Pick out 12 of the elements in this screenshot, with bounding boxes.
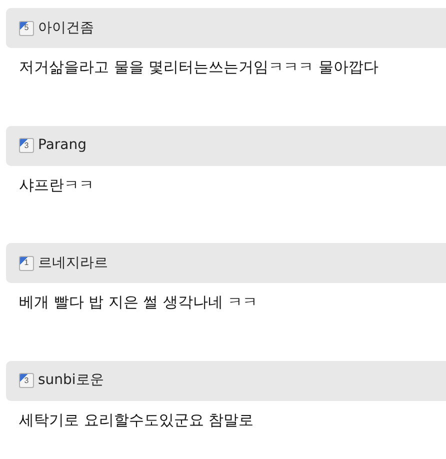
author-name[interactable]: Parang xyxy=(38,135,86,156)
level-badge-icon: 5 xyxy=(19,20,34,36)
author-name[interactable]: 아이건좀 xyxy=(38,18,94,38)
author-name[interactable]: sunbi로운 xyxy=(38,370,104,391)
level-badge-icon: 1 xyxy=(19,256,34,270)
comment-text: 세탁기로 요리할수도있군요 참말로 xyxy=(18,410,255,430)
level-badge-icon: 3 xyxy=(19,138,34,153)
level-badge-icon: 3 xyxy=(19,373,34,388)
comment-text: 베개 빨다 밥 지은 썰 생각나네 ㅋㅋ xyxy=(18,292,259,313)
comment-text: 저거삶을라고 물을 몇리터는쓰는거임ㅋㅋㅋ 물아깝다 xyxy=(18,57,380,78)
comment-text: 샤프란ㅋㅋ xyxy=(18,174,95,196)
author-name[interactable]: 르네지라르 xyxy=(38,252,108,274)
